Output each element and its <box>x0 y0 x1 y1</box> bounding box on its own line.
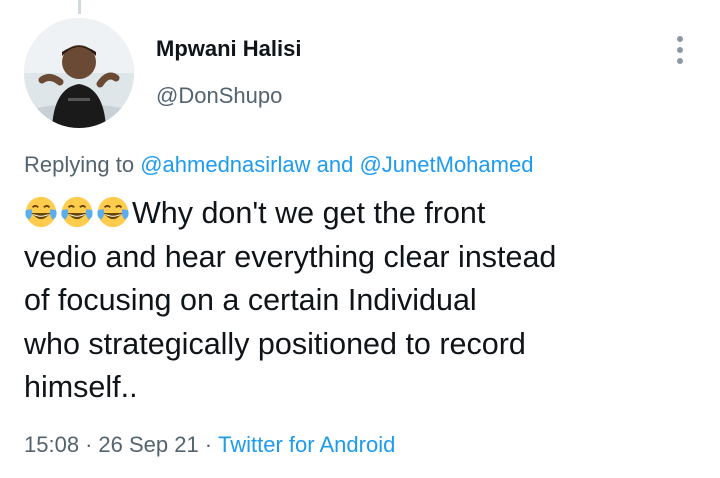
tweet-text-line: vedio and hear everything clear instead <box>24 239 557 274</box>
tweet-text: Why don't we get the front vedio and hea… <box>24 192 704 410</box>
mention-link[interactable]: @JunetMohamed <box>359 152 533 177</box>
mention-link[interactable]: @ahmednasirlaw <box>140 152 310 177</box>
tweet-text-segment: Why don't we get the front <box>132 196 486 230</box>
tweet-text-line: Why don't we get the front <box>24 192 704 236</box>
more-dot <box>677 36 683 42</box>
tweet-time[interactable]: 15:08 <box>24 432 79 457</box>
replying-to-line: Replying to @ahmednasirlaw and @JunetMoh… <box>24 152 533 178</box>
more-dot <box>677 47 683 53</box>
more-vertical-icon[interactable] <box>666 34 694 66</box>
tweet-text-line: who strategically positioned to record <box>24 326 526 361</box>
replying-joiner[interactable]: and <box>317 152 354 177</box>
avatar[interactable] <box>24 18 134 128</box>
author-handle[interactable]: @DonShupo <box>156 83 282 109</box>
separator-dot: · <box>204 432 213 457</box>
replying-to-label: Replying to <box>24 152 135 177</box>
separator-dot: · <box>85 432 93 457</box>
face-with-tears-of-joy-icon <box>61 196 93 228</box>
avatar-image <box>24 18 134 128</box>
tweet-metadata: 15:08 · 26 Sep 21 · Twitter for Android <box>24 432 395 458</box>
face-with-tears-of-joy-icon <box>97 196 129 228</box>
tweet-source-link[interactable]: Twitter for Android <box>218 432 395 457</box>
thread-connector-line <box>78 0 81 14</box>
tweet-text-line: of focusing on a certain Individual <box>24 283 477 317</box>
author-display-name[interactable]: Mpwani Halisi <box>156 36 301 62</box>
tweet-text-line: himself.. <box>24 370 138 404</box>
face-with-tears-of-joy-icon <box>25 196 57 228</box>
more-dot <box>677 58 683 64</box>
tweet-date[interactable]: 26 Sep 21 <box>98 432 198 457</box>
